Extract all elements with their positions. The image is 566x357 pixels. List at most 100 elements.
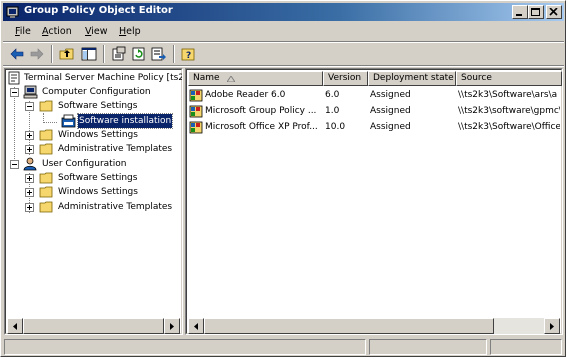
scroll-left-button[interactable] [7,318,23,334]
tree-item-cc-windows-settings[interactable]: Windows Settings [7,128,182,142]
expand-toggle[interactable] [25,174,34,183]
menu-help[interactable]: Help [119,26,141,37]
properties-button[interactable] [109,45,129,63]
tree-item-label: Administrative Templates [58,202,173,212]
tree-item-label: Software Settings [58,101,138,111]
scroll-right-button[interactable] [164,318,180,334]
package-name: Microsoft Office XP Prof... [205,122,318,132]
close-button[interactable] [546,5,562,19]
tree-item-label: Windows Settings [58,130,138,140]
column-header-version[interactable]: Version [323,71,368,86]
collapse-toggle[interactable] [10,160,19,169]
tree-item-cc-administrative-templates[interactable]: Administrative Templates [7,142,182,156]
status-panel [369,339,487,355]
refresh-button[interactable] [129,45,149,63]
package-version: 6.0 [325,90,340,100]
maximize-button[interactable] [528,5,544,19]
expand-toggle[interactable] [25,203,34,212]
scroll-thumb[interactable] [23,318,164,334]
tree-item-root[interactable]: Terminal Server Machine Policy [ts2 [7,71,183,85]
package-icon [189,88,205,102]
app-window: Group Policy Object Editor File Action V… [0,0,566,357]
list-horizontal-scrollbar[interactable] [188,318,560,334]
folder-icon [39,171,55,185]
tree-item-user-configuration[interactable]: User Configuration [7,157,182,171]
up-one-level-button[interactable] [57,45,77,63]
toolbar-separator-line [3,65,564,67]
export-list-button[interactable] [149,45,169,63]
export-list-icon [151,47,166,61]
minimize-button[interactable] [512,5,528,19]
status-bar [3,338,564,356]
tree-item-label: User Configuration [42,159,127,169]
toolbar-separator [173,45,175,63]
folder-icon [39,128,55,142]
up-folder-icon [59,48,74,60]
package-name: Microsoft Group Policy ... [205,106,317,116]
tree-item-uc-administrative-templates[interactable]: Administrative Templates [7,200,182,214]
folder-icon [39,185,55,199]
menu-view[interactable]: View [85,26,108,37]
package-icon [189,120,205,134]
scroll-thumb[interactable] [204,318,494,334]
tree-item-uc-software-settings[interactable]: Software Settings [7,171,182,185]
expand-toggle[interactable] [25,131,34,140]
tree-item-cc-software-settings[interactable]: Software Settings [7,99,182,113]
user-icon [23,157,39,171]
show-hide-tree-icon [81,47,97,61]
computer-icon [23,85,39,99]
window-title: Group Policy Object Editor [24,5,173,16]
tree-item-label: Administrative Templates [58,144,173,154]
column-header-name[interactable]: Name [188,71,323,86]
help-button[interactable]: ? [179,45,199,63]
menu-bar: File Action View Help [3,23,564,41]
menu-action[interactable]: Action [42,26,72,37]
expand-toggle[interactable] [25,145,34,154]
software-installation-icon [61,114,77,128]
deployment-state: Assigned [370,90,411,100]
toolbar: ? [3,43,564,65]
deployment-state: Assigned [370,122,411,132]
scroll-left-button[interactable] [188,318,204,334]
tree-item-label: Computer Configuration [42,87,151,97]
status-panel [490,339,562,355]
show-hide-tree-button[interactable] [79,45,99,63]
arrow-right-icon [170,323,174,330]
arrow-left-icon [13,323,17,330]
expand-toggle[interactable] [25,188,34,197]
refresh-icon [132,47,145,61]
scroll-right-button[interactable] [544,318,560,334]
back-icon [10,48,24,60]
tree-item-label: Terminal Server Machine Policy [ts2 [24,73,183,83]
tree-pane[interactable]: Terminal Server Machine Policy [ts2 Comp… [4,68,183,335]
list-item[interactable]: Microsoft Office XP Prof... 10.0 Assigne… [188,119,560,135]
tree-item-label: Windows Settings [58,187,138,197]
list-item[interactable]: Microsoft Group Policy ... 1.0 Assigned … [188,103,560,119]
list-pane[interactable]: Name Version Deployment state Source Ado… [185,68,563,335]
folder-open-icon [39,99,55,113]
sort-ascending-icon [227,76,235,82]
tree-item-label: Software Settings [58,173,138,183]
svg-text:?: ? [186,51,191,61]
properties-icon [112,46,126,61]
list-item[interactable]: Adobe Reader 6.0 6.0 Assigned \\ts2k3\So… [188,87,560,103]
forward-button[interactable] [27,45,47,63]
collapse-toggle[interactable] [25,102,34,111]
tree-item-label: Software installation [76,113,174,129]
package-source: \\ts2k3\Software\ars\a [458,90,558,100]
tree-item-uc-windows-settings[interactable]: Windows Settings [7,185,182,199]
tree-horizontal-scrollbar[interactable] [7,318,180,334]
tree-item-software-installation[interactable]: Software installation [7,113,182,129]
column-header-deployment-state[interactable]: Deployment state [368,71,456,86]
menu-file[interactable]: File [15,26,31,37]
package-icon [189,104,205,118]
title-bar[interactable]: Group Policy Object Editor [3,3,564,21]
tree-item-computer-configuration[interactable]: Computer Configuration [7,85,182,99]
package-version: 1.0 [325,106,340,116]
back-button[interactable] [7,45,27,63]
package-name: Adobe Reader 6.0 [205,90,286,100]
toolbar-separator [51,45,53,63]
column-header-source[interactable]: Source [456,71,562,86]
collapse-toggle[interactable] [10,88,19,97]
deployment-state: Assigned [370,106,411,116]
